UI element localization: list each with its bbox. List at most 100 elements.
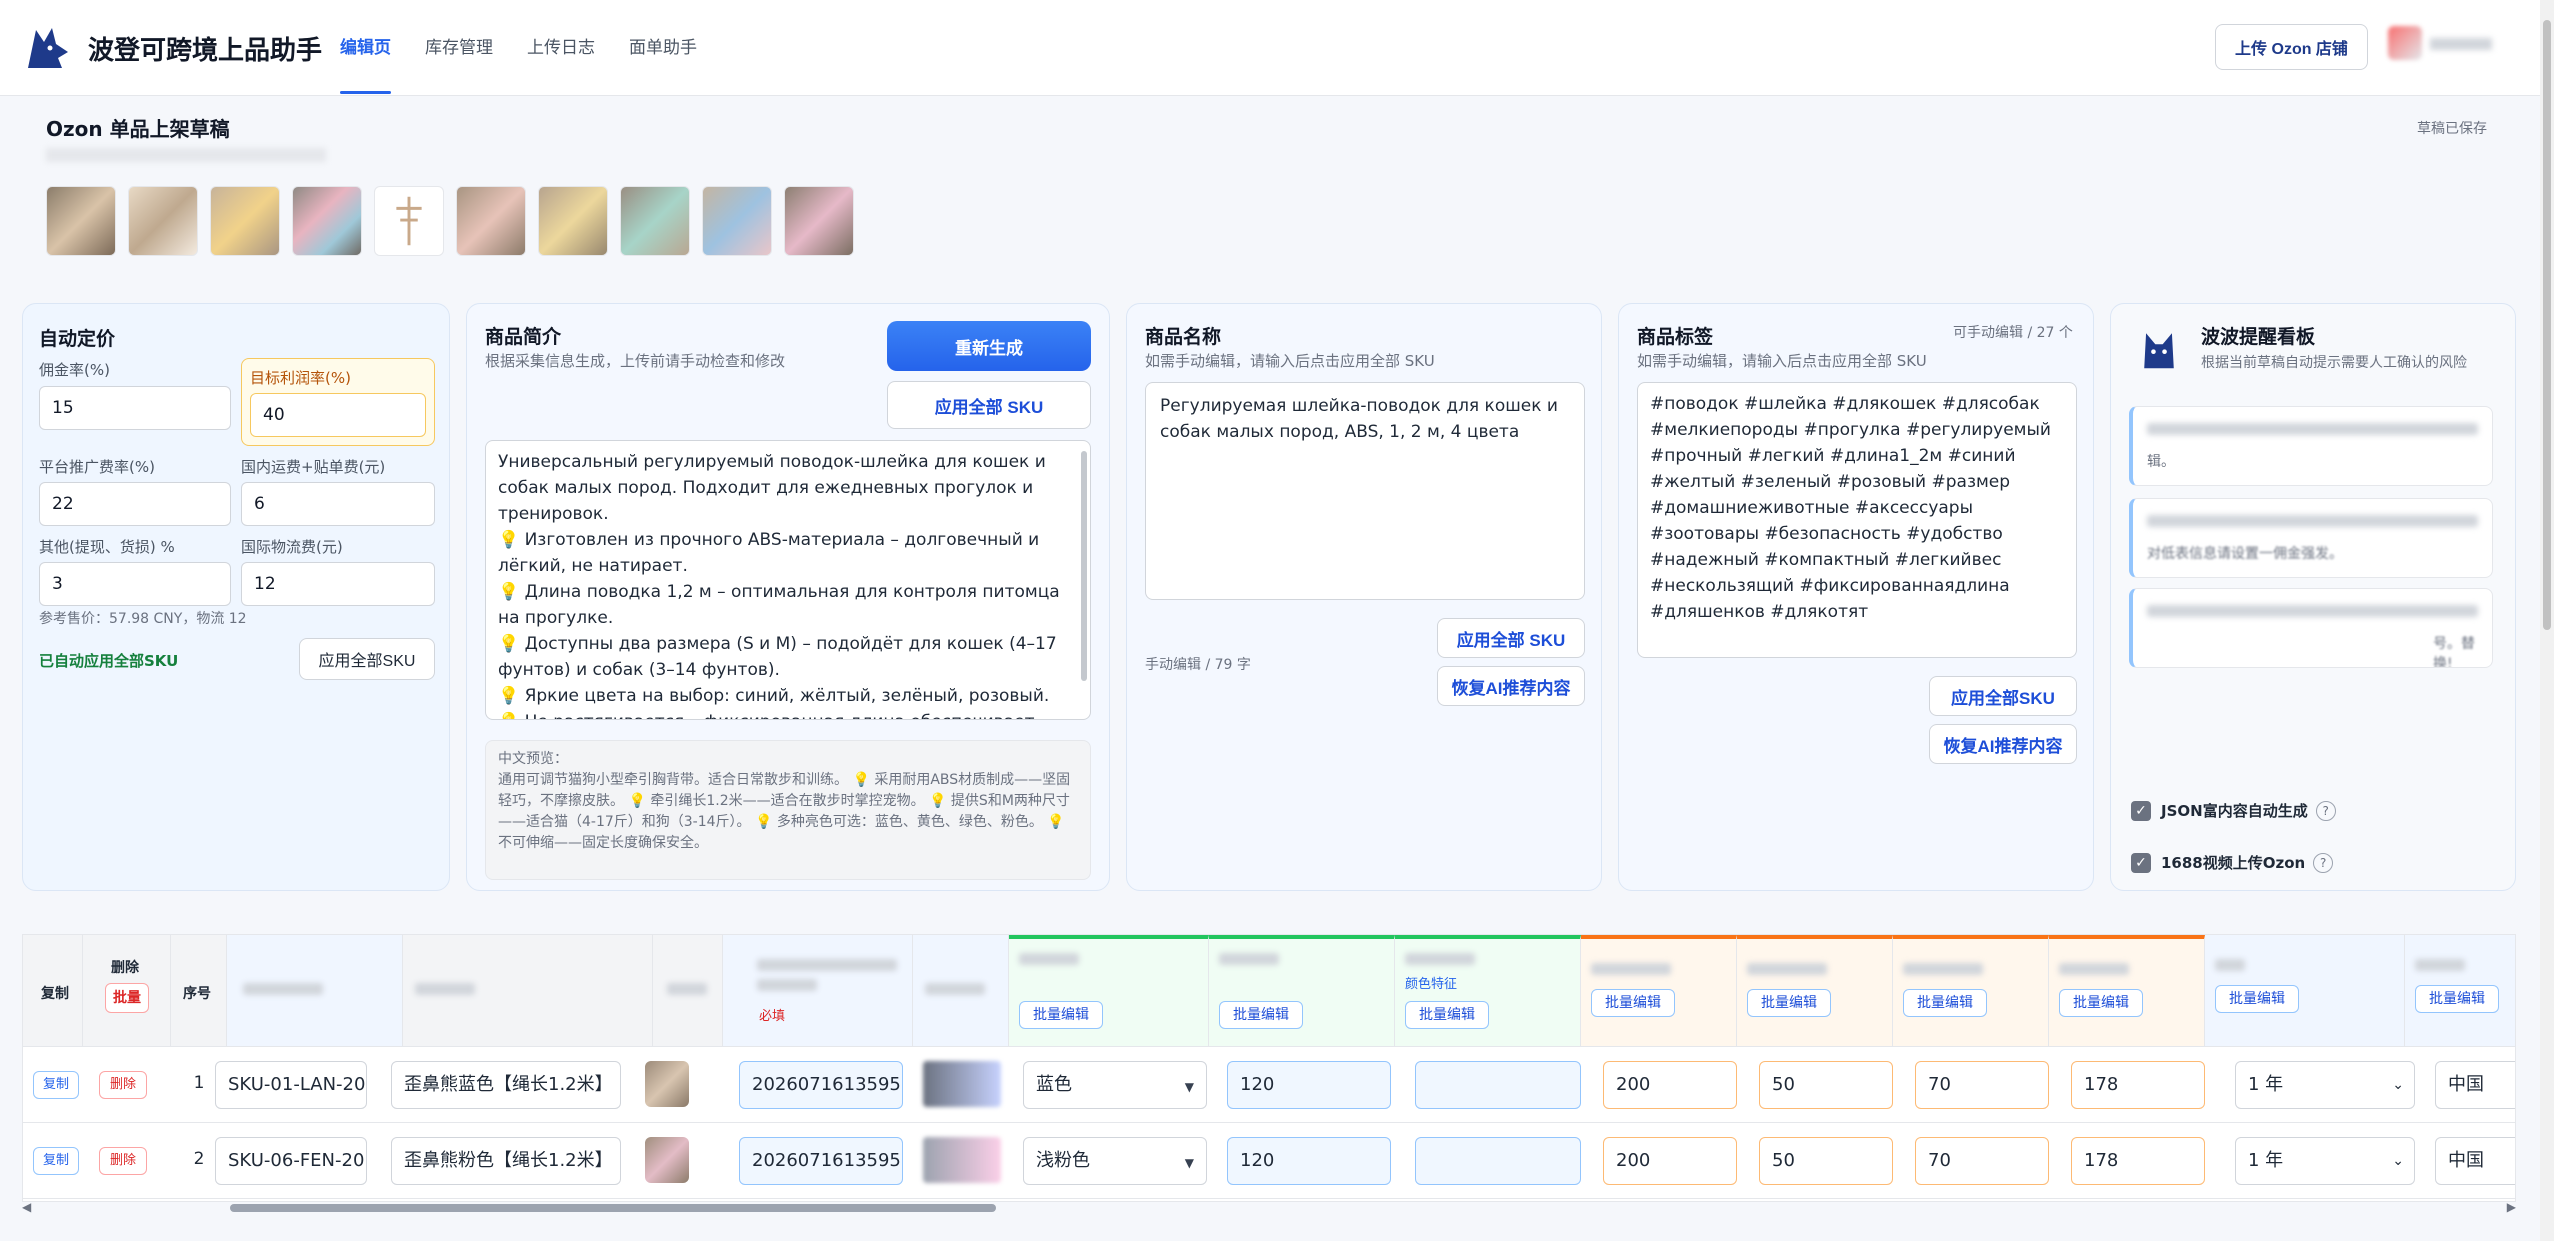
product-image[interactable] [702, 186, 772, 256]
batch-edit-button[interactable]: 批量编辑 [1747, 989, 1831, 1017]
table-horizontal-scrollbar[interactable]: ◀ ▶ [22, 1200, 2516, 1216]
product-image[interactable] [374, 186, 444, 256]
dim1-input[interactable]: 200 [1603, 1137, 1737, 1185]
scroll-right-icon[interactable]: ▶ [2507, 1200, 2516, 1214]
warranty-value: 1 年 [2248, 1074, 2284, 1095]
dim2-input[interactable]: 50 [1759, 1061, 1893, 1109]
intl-label: 国际物流费(元) [241, 538, 343, 556]
video-upload-checkbox[interactable]: ✓ 1688视频上传Ozon ? [2131, 852, 2334, 873]
sku-table: 复制 删除 批量 序号 必填 批量编辑 批量编辑 颜色特征 批量编辑 批量编辑 … [22, 934, 2516, 1202]
other-label: 其他(提现、货损) % [39, 538, 175, 556]
nav-inventory[interactable]: 库存管理 [425, 0, 493, 96]
intro-textarea[interactable]: Универсальный регулируемый поводок-шлейк… [485, 440, 1091, 720]
page-scrollbar-thumb[interactable] [2543, 20, 2551, 630]
name-restore-ai-button[interactable]: 恢复AI推荐内容 [1437, 666, 1585, 706]
commission-input[interactable]: 15 [39, 386, 231, 430]
product-image[interactable] [620, 186, 690, 256]
row-image[interactable] [645, 1137, 689, 1183]
product-image[interactable] [210, 186, 280, 256]
target-profit-input[interactable]: 40 [250, 393, 426, 437]
nav-edit[interactable]: 编辑页 [340, 0, 391, 96]
code-input[interactable]: 20260716135953- [739, 1061, 903, 1109]
color-select[interactable]: 蓝色 ▼ [1023, 1061, 1207, 1109]
dim4-input[interactable]: 178 [2071, 1137, 2205, 1185]
help-icon[interactable]: ? [2315, 800, 2336, 821]
reminder-text: 对低表信息请设置一佣金强发。 [2147, 546, 2343, 562]
help-icon[interactable]: ? [2313, 852, 2334, 873]
reminder-text: 辑。 [2147, 454, 2175, 470]
batch-edit-button[interactable]: 批量编辑 [1903, 989, 1987, 1017]
promo-input[interactable]: 22 [39, 482, 231, 526]
row-copy-button[interactable]: 复制 [33, 1147, 79, 1175]
page-scrollbar[interactable] [2540, 0, 2554, 1241]
code-input[interactable]: 20260716135953- [739, 1137, 903, 1185]
tags-textarea[interactable]: #поводок #шлейка #длякошек #длясобак #ме… [1637, 382, 2077, 658]
tags-apply-all-sku-button[interactable]: 应用全部SKU [1929, 676, 2077, 716]
domestic-input[interactable]: 6 [241, 482, 435, 526]
regenerate-button[interactable]: 重新生成 [887, 321, 1091, 371]
apply-all-sku-button[interactable]: 应用全部SKU [299, 638, 435, 680]
product-image[interactable] [46, 186, 116, 256]
intro-apply-all-sku-button[interactable]: 应用全部 SKU [887, 381, 1091, 429]
row-copy-button[interactable]: 复制 [33, 1071, 79, 1099]
batch-edit-button[interactable]: 批量编辑 [2415, 985, 2499, 1013]
upload-ozon-button[interactable]: 上传 Ozon 店铺 [2215, 24, 2368, 70]
batch-edit-button[interactable]: 批量编辑 [1219, 1001, 1303, 1029]
row-video-thumb[interactable] [923, 1061, 1001, 1107]
warranty-select[interactable]: 1 年 ⌄ [2235, 1137, 2415, 1185]
reference-price: 参考售价：57.98 CNY，物流 12 [39, 611, 247, 627]
intro-line: 💡 Не растягивается – фиксированная длина… [498, 709, 1070, 719]
color-feature-input[interactable] [1415, 1061, 1581, 1109]
preview-text: 通用可调节猫狗小型牵引胸背带。适合日常散步和训练。 💡 采用耐用ABS材质制成—… [498, 772, 1071, 851]
color-select[interactable]: 浅粉色 ▼ [1023, 1137, 1207, 1185]
product-image[interactable] [128, 186, 198, 256]
product-image[interactable] [292, 186, 362, 256]
reminder-blurred-text [2147, 605, 2478, 617]
row-image[interactable] [645, 1061, 689, 1107]
check-icon: ✓ [2131, 852, 2151, 873]
name-apply-all-sku-button[interactable]: 应用全部 SKU [1437, 618, 1585, 658]
intro-scrollbar[interactable] [1081, 451, 1087, 681]
product-image[interactable] [784, 186, 854, 256]
dim2-input[interactable]: 50 [1759, 1137, 1893, 1185]
batch-edit-button[interactable]: 批量编辑 [1405, 1001, 1489, 1029]
row-delete-button[interactable]: 删除 [99, 1147, 147, 1175]
sku-input[interactable]: SKU-01-LAN-20 [215, 1061, 367, 1109]
header-copy: 复制 [23, 935, 83, 1047]
json-auto-checkbox[interactable]: ✓ JSON富内容自动生成 ? [2131, 800, 2336, 821]
color-feature-input[interactable] [1415, 1137, 1581, 1185]
row-video-thumb[interactable] [923, 1137, 1001, 1183]
batch-edit-button[interactable]: 批量编辑 [2215, 985, 2299, 1013]
weight-input[interactable]: 120 [1227, 1137, 1391, 1185]
name-textarea[interactable]: Регулируемая шлейка-поводок для кошек и … [1145, 382, 1585, 600]
row-delete-button[interactable]: 删除 [99, 1071, 147, 1099]
nav-upload-log[interactable]: 上传日志 [527, 0, 595, 96]
product-image[interactable] [538, 186, 608, 256]
warranty-select[interactable]: 1 年 ⌄ [2235, 1061, 2415, 1109]
header-index: 序号 [171, 935, 227, 1047]
tags-restore-ai-button[interactable]: 恢复AI推荐内容 [1929, 724, 2077, 764]
dim1-input[interactable]: 200 [1603, 1061, 1737, 1109]
nav-waybill[interactable]: 面单助手 [629, 0, 697, 96]
scrollbar-thumb[interactable] [230, 1204, 996, 1212]
batch-edit-button[interactable]: 批量编辑 [1019, 1001, 1103, 1029]
name-input[interactable]: 歪鼻熊蓝色【绳长1.2米】 [391, 1061, 621, 1109]
weight-input[interactable]: 120 [1227, 1061, 1391, 1109]
name-input[interactable]: 歪鼻熊粉色【绳长1.2米】 [391, 1137, 621, 1185]
country-input[interactable]: 中国 [2435, 1061, 2515, 1109]
batch-edit-button[interactable]: 批量编辑 [1591, 989, 1675, 1017]
dim3-input[interactable]: 70 [1915, 1137, 2049, 1185]
table-row: 复制 删除 2 SKU-06-FEN-20 歪鼻熊粉色【绳长1.2米】 2026… [23, 1123, 2515, 1199]
dim4-input[interactable]: 178 [2071, 1061, 2205, 1109]
batch-delete-button[interactable]: 批量 [105, 983, 149, 1013]
intl-input[interactable]: 12 [241, 562, 435, 606]
batch-edit-button[interactable]: 批量编辑 [2059, 989, 2143, 1017]
country-input[interactable]: 中国 [2435, 1137, 2515, 1185]
other-input[interactable]: 3 [39, 562, 231, 606]
dim3-input[interactable]: 70 [1915, 1061, 2049, 1109]
user-name-blurred [2430, 38, 2492, 50]
product-image[interactable] [456, 186, 526, 256]
scroll-left-icon[interactable]: ◀ [22, 1200, 31, 1214]
sku-input[interactable]: SKU-06-FEN-20 [215, 1137, 367, 1185]
avatar[interactable] [2388, 26, 2422, 60]
